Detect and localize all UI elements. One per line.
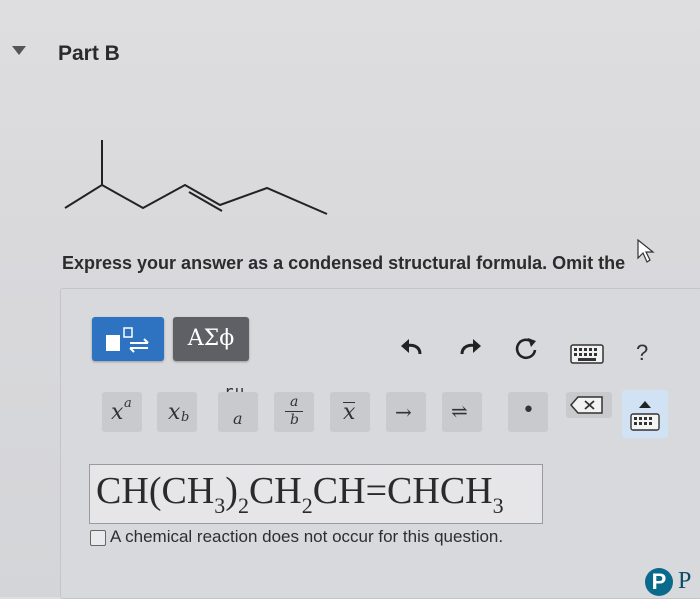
answer-formula: CH(CH3)2CH2CH=CHCH3 <box>96 469 504 519</box>
pearson-logo-text: P <box>678 568 692 594</box>
arrow-key[interactable]: → <box>386 392 426 432</box>
reset-icon[interactable] <box>512 336 540 364</box>
part-header[interactable]: Part B <box>0 0 700 110</box>
keyboard-icon[interactable] <box>570 344 604 364</box>
fraction-key[interactable]: a b <box>274 392 314 432</box>
instruction-text: Express your answer as a condensed struc… <box>62 253 626 273</box>
key-a[interactable]: a <box>218 392 258 432</box>
skeletal-structure-image <box>64 140 328 215</box>
greek-symbols-button[interactable]: ΑΣϕ <box>173 317 249 361</box>
answer-formula-text: CH(CH3)2CH2CH=CHCH3 <box>96 470 504 518</box>
pearson-logo: P <box>645 568 673 596</box>
part-title: Part B <box>58 42 120 65</box>
equilibrium-key[interactable]: ⇌ <box>442 392 482 432</box>
collapse-caret-icon[interactable] <box>12 46 26 55</box>
no-reaction-option[interactable]: A chemical reaction does not occur for t… <box>90 527 503 547</box>
undo-icon[interactable] <box>398 336 426 360</box>
dot-key[interactable]: • <box>508 392 548 432</box>
no-reaction-checkbox[interactable] <box>90 529 106 546</box>
answer-input[interactable]: CH(CH3)2CH2CH=CHCH3 <box>89 464 543 524</box>
delete-icon <box>570 396 603 414</box>
no-reaction-label: A chemical reaction does not occur for t… <box>110 527 504 546</box>
keyboard-toggle-icon <box>630 401 660 431</box>
help-button[interactable]: ? <box>636 340 648 366</box>
subscript-key[interactable]: x b <box>157 392 197 432</box>
overline-key[interactable]: x <box>330 392 370 432</box>
redo-icon[interactable] <box>456 336 484 360</box>
superscript-key[interactable]: x a <box>102 392 142 432</box>
templates-icon <box>106 327 149 353</box>
templates-button[interactable] <box>92 317 164 361</box>
mouse-cursor-icon <box>637 238 655 263</box>
keyboard-toggle-key[interactable] <box>622 390 668 438</box>
delete-key[interactable] <box>566 392 612 418</box>
